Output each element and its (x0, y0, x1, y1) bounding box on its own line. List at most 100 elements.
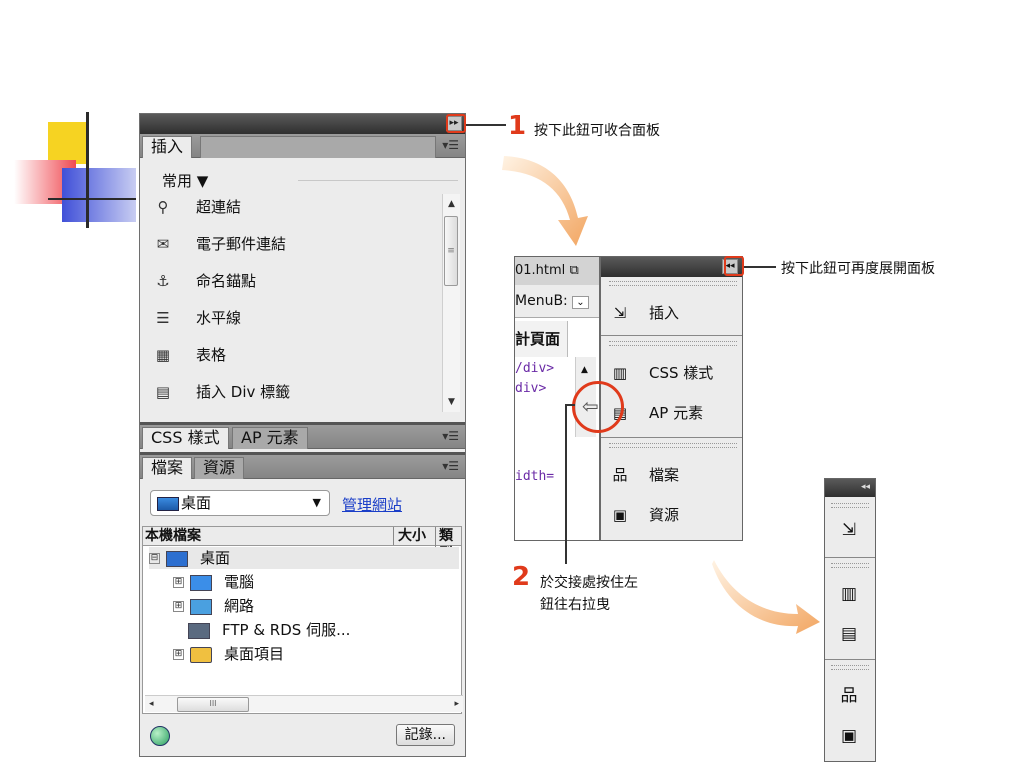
file-tree: 本機檔案 大小 類型 ⊟ 桌面 ⊞ 電腦 ⊞ 網路 FTP & RDS 伺服... ⊞ 桌面項目… (142, 526, 463, 714)
expander-icon[interactable]: ⊞ (173, 601, 184, 612)
insert-item[interactable]: ⚲ 超連結 (148, 194, 438, 220)
insert-icon[interactable]: ⇲ (837, 519, 861, 541)
insert-tabbar: 插入 ▾☰ (140, 134, 465, 158)
col-size[interactable]: 大小 (393, 527, 426, 545)
status-bar: 記錄... (140, 720, 465, 750)
tab-assets[interactable]: 資源 (194, 457, 245, 479)
manage-sites-link[interactable]: 管理網站 (342, 494, 402, 515)
tree-item[interactable]: ⊞ 電腦 (173, 571, 459, 593)
files-icon: 品 (612, 466, 628, 484)
insert-item-label: 插入 Div 標籤 (196, 383, 291, 401)
files-tabbar: 檔案 資源 ▾☰ (140, 455, 465, 479)
insert-item[interactable]: ☰ 水平線 (148, 305, 438, 331)
panel-menu-icon[interactable]: ▾☰ (442, 138, 459, 152)
tree-item[interactable]: ⊟ 桌面 (149, 547, 459, 569)
assets-icon[interactable]: ▣ (837, 725, 861, 747)
insert-scrollbar[interactable]: ▲ ≡ ▼ (442, 194, 460, 412)
divider (601, 437, 742, 438)
css-styles-icon[interactable]: ▥ (837, 583, 861, 605)
expand-icon[interactable]: ◂◂ (861, 482, 870, 492)
divider (298, 180, 458, 181)
scroll-up-icon[interactable]: ▲ (443, 196, 460, 212)
scroll-left-icon[interactable]: ◂ (149, 696, 154, 712)
insert-item-label: 表格 (196, 346, 227, 364)
expander-icon[interactable]: ⊞ (173, 577, 184, 588)
tree-item-label: 桌面項目 (224, 645, 285, 663)
site-select[interactable]: 桌面 ▼ (150, 490, 330, 516)
tree-item[interactable]: ⊞ 桌面項目 (173, 643, 459, 665)
scroll-thumb[interactable]: ≡ (444, 216, 458, 286)
insert-icon: ⇲ (613, 304, 627, 322)
tab-css-styles[interactable]: CSS 樣式 (142, 427, 229, 449)
grip-handle[interactable] (609, 341, 737, 346)
decorative-logo-hline (48, 198, 136, 200)
file-tree-hscrollbar[interactable]: ◂ III ▸ (145, 695, 463, 712)
step-note-1: 按下此鈕可收合面板 (534, 123, 660, 139)
grip-handle[interactable] (609, 281, 737, 286)
document-tab[interactable]: 01.html ⧉ (515, 257, 601, 286)
col-local-files[interactable]: 本機檔案 (145, 527, 201, 545)
step-note-2-line2: 鈕往右拉曳 (540, 597, 610, 613)
tree-item-label: 網路 (224, 597, 255, 615)
resize-arrow-icon: ⇦ (582, 394, 599, 418)
insert-item[interactable]: ▦ 表格 (148, 342, 438, 368)
highlight-expand-button (724, 256, 744, 276)
chevron-down-icon[interactable]: ⌄ (572, 296, 589, 309)
dock-item[interactable]: ▣ 資源 (609, 499, 739, 531)
tab-ap-elements[interactable]: AP 元素 (232, 427, 308, 449)
scroll-down-icon[interactable]: ▼ (443, 394, 460, 410)
code-line: idth= (515, 469, 555, 484)
ap-elements-icon[interactable]: ▤ (837, 623, 861, 645)
log-button[interactable]: 記錄... (395, 724, 455, 746)
monitor-icon (157, 497, 179, 511)
scroll-up-icon[interactable]: ▲ (576, 365, 588, 375)
callout-line (565, 404, 575, 406)
dock-item[interactable]: ⇲ 插入 (609, 297, 739, 329)
insert-item[interactable]: ⚓ 命名錨點 (148, 268, 438, 294)
chevron-down-icon: ▼ (196, 172, 209, 190)
insert-item[interactable]: ✉ 電子郵件連結 (148, 231, 438, 257)
horizontal-rule-icon: ☰ (156, 309, 170, 327)
insert-item-label: 命名錨點 (196, 272, 257, 290)
dock-item[interactable]: ▤ AP 元素 (609, 397, 739, 429)
panel-title-bar[interactable]: ▸▸ (140, 114, 465, 134)
tree-item[interactable]: FTP & RDS 伺服... (173, 619, 459, 641)
insert-item[interactable]: ▤ 插入 Div 標籤 (148, 379, 438, 405)
computer-icon (190, 574, 212, 591)
category-select[interactable]: 常用 ▼ (162, 170, 208, 191)
dock-title-bar[interactable]: ◂◂ (601, 257, 742, 277)
tab-spacer (200, 136, 436, 158)
callout-line (744, 266, 776, 268)
expander-icon[interactable]: ⊟ (149, 553, 160, 564)
design-view-button[interactable]: 計頁面 (515, 321, 568, 357)
expander-icon[interactable]: ⊞ (173, 649, 184, 660)
grip-handle[interactable] (609, 443, 737, 448)
decorative-logo-vline (86, 112, 89, 228)
panel-menu-icon[interactable]: ▾☰ (442, 429, 459, 443)
tab-files[interactable]: 檔案 (142, 457, 193, 479)
assets-icon: ▣ (612, 506, 628, 524)
panel-menu-icon[interactable]: ▾☰ (442, 459, 459, 473)
grip-handle[interactable] (831, 665, 869, 670)
tree-item[interactable]: ⊞ 網路 (173, 595, 459, 617)
hscroll-thumb[interactable]: III (177, 697, 249, 712)
restore-icon[interactable]: ⧉ (569, 263, 578, 278)
css-tabbar: CSS 樣式 AP 元素 ▾☰ (140, 425, 465, 449)
tab-insert[interactable]: 插入 (142, 136, 193, 158)
code-line: div> (515, 381, 547, 396)
grip-handle[interactable] (831, 503, 869, 508)
step-note-expand: 按下此鈕可再度展開面板 (781, 261, 935, 277)
insert-list: ⚲ 超連結 ✉ 電子郵件連結 ⚓ 命名錨點 ☰ 水平線 ▦ 表格 ▤ 插入 Div 標籤 (148, 194, 440, 409)
panel-group: ▸▸ 插入 ▾☰ 常用 ▼ ⚲ 超連結 ✉ 電子郵件連結 ⚓ 命名錨點 ☰ 水平線 ▦ 表格 ▤ 插入… (139, 113, 466, 757)
files-icon[interactable]: 品 (837, 685, 861, 707)
document-select[interactable]: MenuB: (515, 293, 568, 309)
tree-branch-icon (173, 626, 182, 635)
grip-handle[interactable] (831, 563, 869, 568)
strip-title-bar[interactable]: ◂◂ (825, 479, 875, 497)
dock-item[interactable]: ▥ CSS 樣式 (609, 357, 739, 389)
folder-icon (190, 646, 212, 663)
curved-arrow-icon (502, 156, 588, 246)
dock-item[interactable]: 品 檔案 (609, 459, 739, 491)
scroll-right-icon[interactable]: ▸ (454, 696, 459, 712)
anchor-icon: ⚓ (156, 272, 170, 290)
